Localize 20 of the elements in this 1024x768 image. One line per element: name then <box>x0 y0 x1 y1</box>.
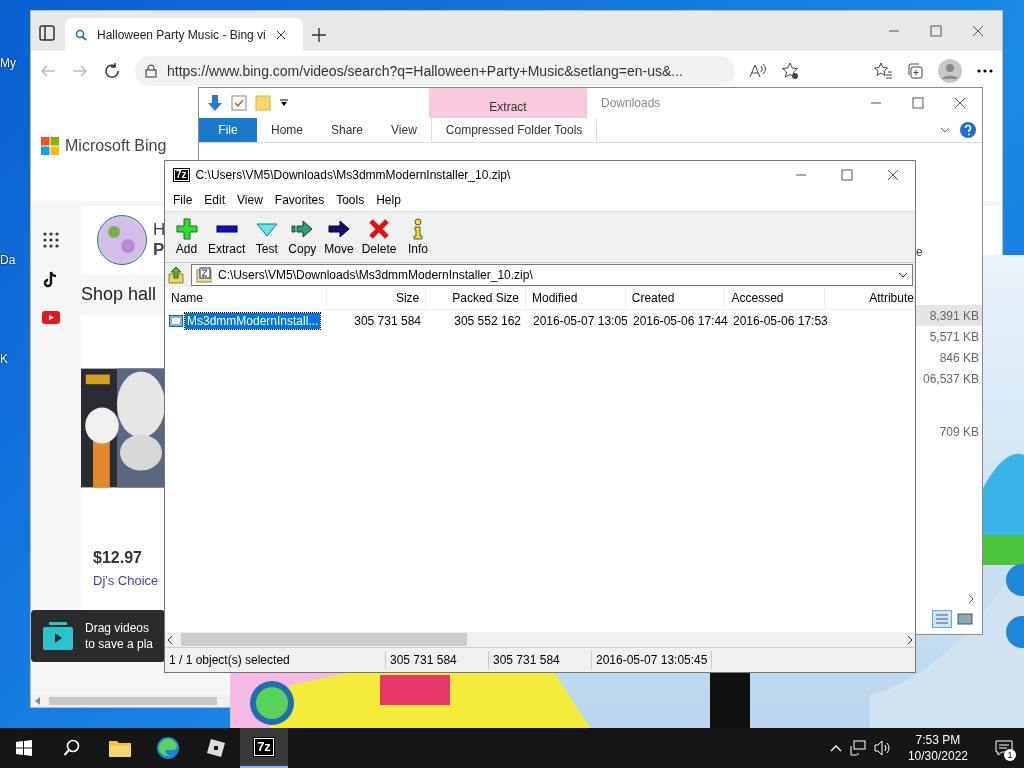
table-cell-text: 2016-05-07 13:05 <box>532 314 627 328</box>
window-title: Downloads <box>600 95 661 112</box>
status-text: 2016-05-07 13:05:45 <box>592 651 713 669</box>
section-title: Shop hall <box>81 284 157 305</box>
table-cell-text: 305 731 584 <box>353 314 422 328</box>
status-text: 1 / 1 object(s) selected <box>165 651 386 669</box>
status-text: 305 731 584 <box>386 651 489 669</box>
header-text: P <box>153 240 166 260</box>
table-cell-text: 2016-05-06 17:53 <box>732 314 827 328</box>
app-logo: 7z <box>173 168 190 182</box>
header-text: H <box>153 220 166 240</box>
window-title: C:\Users\VM5\Downloads\Ms3dmmModernInstaller_10.zip\ <box>195 168 511 182</box>
context-tab-header: Extract <box>429 88 587 118</box>
toast-text: Drag videos <box>85 620 151 636</box>
notification-count: 1 <box>1004 749 1016 761</box>
status-text: 305 731 584 <box>489 651 592 669</box>
table-cell-text: 2016-05-06 17:44 <box>632 314 727 328</box>
app-logo: 7z <box>253 737 275 757</box>
product-price: $12.97 <box>92 548 143 567</box>
table-cell-text: 305 552 162 <box>453 314 522 328</box>
